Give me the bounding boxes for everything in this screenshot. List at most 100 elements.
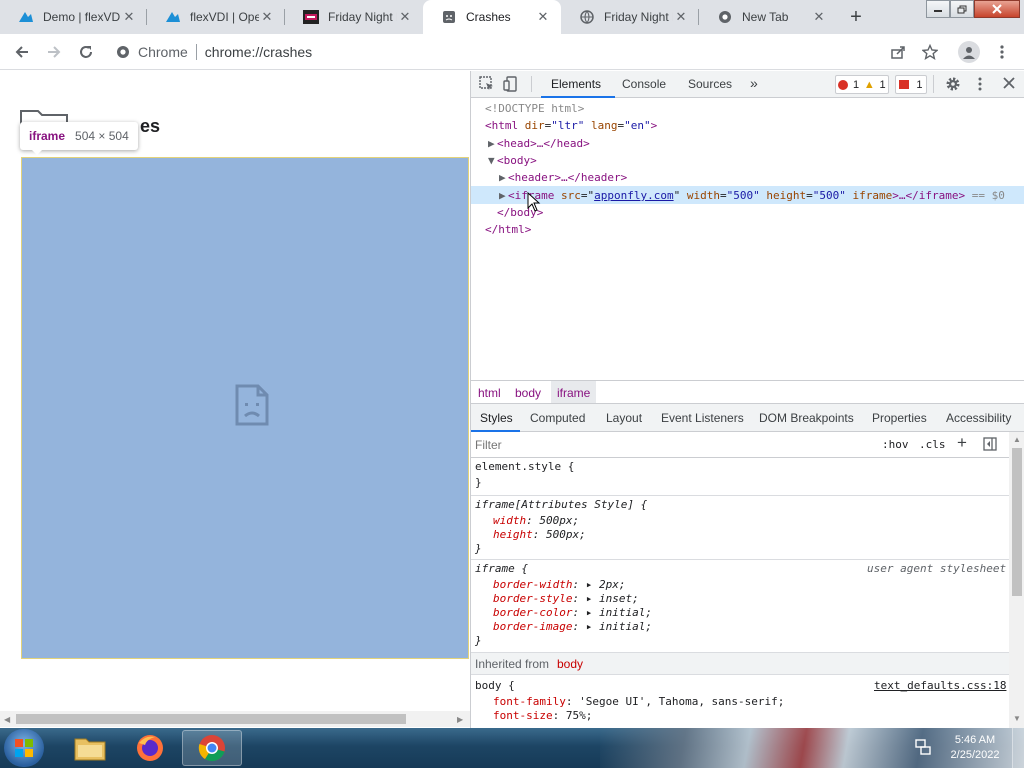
collapse-triangle-icon[interactable]: ▼ bbox=[488, 154, 495, 167]
site-label: Chrome bbox=[138, 44, 188, 60]
rule-selector: iframe { bbox=[475, 562, 528, 575]
body-node[interactable]: <body> bbox=[497, 154, 537, 167]
tab-layout[interactable]: Layout bbox=[606, 411, 642, 425]
rule-source-link[interactable]: text_defaults.css:18 bbox=[874, 679, 1006, 692]
ua-iframe-rule[interactable]: iframe { user agent stylesheet border-wi… bbox=[471, 560, 1009, 653]
forward-icon[interactable] bbox=[44, 42, 64, 62]
close-icon[interactable]: ✕ bbox=[535, 9, 551, 25]
show-desktop-button[interactable] bbox=[1012, 728, 1024, 768]
scroll-thumb[interactable] bbox=[1012, 448, 1022, 596]
tab-new-tab[interactable]: New Tab ✕ bbox=[699, 0, 837, 34]
error-count: 1 bbox=[853, 78, 860, 91]
prop-name: border-image bbox=[493, 620, 573, 633]
inspect-element-icon[interactable] bbox=[479, 76, 495, 92]
windows-logo-icon bbox=[15, 739, 33, 757]
element-tooltip: iframe 504 × 504 bbox=[20, 122, 138, 150]
settings-gear-icon[interactable] bbox=[945, 76, 961, 92]
restore-button[interactable] bbox=[950, 0, 974, 18]
html-close-node[interactable]: </html> bbox=[485, 223, 531, 236]
file-explorer-button[interactable] bbox=[60, 730, 120, 766]
tab-title: flexVDI | Open bbox=[190, 10, 259, 24]
horizontal-scrollbar[interactable]: ◀ ▶ bbox=[0, 711, 470, 727]
styles-filter-bar: :hov .cls + bbox=[471, 432, 1024, 458]
iframe-src-link[interactable]: apponfly.com bbox=[594, 189, 673, 202]
tab-styles[interactable]: Styles bbox=[480, 411, 513, 425]
tab-demo-flexvdi[interactable]: Demo | flexVDI ✕ bbox=[0, 0, 147, 34]
tab-crashes[interactable]: Crashes ✕ bbox=[423, 0, 561, 34]
inherited-link[interactable]: body bbox=[557, 657, 583, 671]
tab-dom-breakpoints[interactable]: DOM Breakpoints bbox=[759, 411, 854, 425]
close-icon[interactable]: ✕ bbox=[121, 9, 137, 25]
styles-scrollbar[interactable]: ▲ ▼ bbox=[1009, 432, 1024, 728]
share-icon[interactable] bbox=[888, 42, 908, 62]
html-node[interactable]: <html dir="ltr" lang="en"> bbox=[485, 119, 657, 132]
tab-properties[interactable]: Properties bbox=[872, 411, 927, 425]
iframe-node[interactable]: <iframe src="apponfly.com" width="500" h… bbox=[508, 189, 1005, 202]
toggle-sidebar-icon[interactable] bbox=[983, 437, 997, 451]
scroll-down-arrow[interactable]: ▼ bbox=[1013, 714, 1021, 723]
new-tab-button[interactable]: + bbox=[846, 6, 866, 28]
scroll-up-arrow[interactable]: ▲ bbox=[1013, 435, 1021, 444]
back-icon[interactable] bbox=[12, 42, 32, 62]
tab-sources[interactable]: Sources bbox=[688, 77, 732, 91]
more-tabs-button[interactable]: » bbox=[750, 75, 758, 91]
console-badges[interactable]: 1 ▲ 1 bbox=[835, 75, 889, 94]
tab-accessibility[interactable]: Accessibility bbox=[946, 411, 1011, 425]
header-node[interactable]: <header>…</header> bbox=[508, 171, 627, 184]
breadcrumb-iframe[interactable]: iframe bbox=[551, 381, 597, 403]
flexvdi-icon bbox=[18, 9, 34, 25]
tab-elements[interactable]: Elements bbox=[551, 77, 601, 91]
firefox-icon bbox=[137, 735, 163, 761]
error-icon bbox=[838, 79, 849, 90]
reload-icon[interactable] bbox=[76, 42, 96, 62]
tab-event-listeners[interactable]: Event Listeners bbox=[661, 411, 744, 425]
expand-triangle-icon[interactable]: ▶ bbox=[488, 137, 495, 150]
tab-friday-night-2[interactable]: Friday Night F ✕ bbox=[561, 0, 699, 34]
scroll-left-arrow[interactable]: ◀ bbox=[4, 715, 10, 724]
styles-filter-input[interactable] bbox=[475, 436, 875, 454]
scroll-thumb[interactable] bbox=[16, 714, 406, 724]
scroll-right-arrow[interactable]: ▶ bbox=[457, 715, 463, 724]
start-button[interactable] bbox=[4, 729, 44, 767]
clock-time: 5:46 AM bbox=[954, 734, 996, 746]
chrome-taskbar-button[interactable] bbox=[182, 730, 242, 766]
tab-console[interactable]: Console bbox=[622, 77, 666, 91]
close-icon[interactable]: ✕ bbox=[397, 9, 413, 25]
expand-triangle-icon[interactable]: ▶ bbox=[499, 171, 506, 184]
hov-button[interactable]: :hov bbox=[882, 438, 909, 451]
expand-triangle-icon[interactable]: ▶ bbox=[499, 189, 506, 202]
menu-kebab-icon[interactable] bbox=[992, 42, 1012, 62]
url-text[interactable]: chrome://crashes bbox=[205, 44, 312, 60]
profile-avatar[interactable] bbox=[958, 41, 980, 63]
head-node[interactable]: <head>…</head> bbox=[497, 137, 590, 150]
bookmark-star-icon[interactable] bbox=[920, 42, 940, 62]
iframe-highlight[interactable] bbox=[21, 157, 469, 659]
tab-friday-night-1[interactable]: Friday Night F ✕ bbox=[285, 0, 423, 34]
close-icon[interactable]: ✕ bbox=[673, 9, 689, 25]
breadcrumb-body[interactable]: body bbox=[515, 386, 541, 400]
minimize-button[interactable] bbox=[926, 0, 950, 18]
tab-computed[interactable]: Computed bbox=[530, 411, 585, 425]
element-style-rule[interactable]: element.style { } bbox=[471, 458, 1009, 496]
firefox-button[interactable] bbox=[120, 730, 180, 766]
address-bar[interactable]: Chrome chrome://crashes bbox=[110, 38, 946, 66]
devtools-menu-icon[interactable] bbox=[978, 77, 982, 91]
issues-badge[interactable]: 1 bbox=[895, 75, 927, 94]
mouse-cursor-icon bbox=[527, 192, 541, 212]
body-rule[interactable]: body { text_defaults.css:18 font-family:… bbox=[471, 675, 1009, 728]
network-icon[interactable] bbox=[914, 738, 932, 756]
cls-button[interactable]: .cls bbox=[919, 438, 946, 451]
tooltip-size: 504 × 504 bbox=[75, 129, 129, 143]
tab-title: Friday Night F bbox=[604, 10, 673, 24]
close-devtools-icon[interactable] bbox=[1003, 77, 1015, 89]
tab-flexvdi-open[interactable]: flexVDI | Open ✕ bbox=[147, 0, 285, 34]
close-icon[interactable]: ✕ bbox=[259, 9, 275, 25]
breadcrumb-html[interactable]: html bbox=[478, 386, 501, 400]
new-rule-button[interactable]: + bbox=[957, 433, 967, 453]
device-toolbar-icon[interactable] bbox=[503, 76, 519, 92]
close-icon[interactable]: ✕ bbox=[811, 9, 827, 25]
system-clock[interactable]: 5:46 AM 2/25/2022 bbox=[944, 733, 1006, 763]
window-close-button[interactable] bbox=[974, 0, 1020, 18]
chrome-icon bbox=[717, 9, 733, 25]
attributes-style-rule[interactable]: iframe[Attributes Style] { width: 500px;… bbox=[471, 496, 1009, 560]
